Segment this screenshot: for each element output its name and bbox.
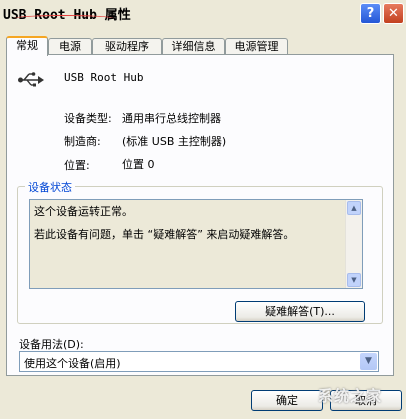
tab-driver[interactable]: 驱动程序 [92, 38, 162, 55]
device-usage-select[interactable]: 使用这个设备(启用) ▼ [19, 351, 379, 372]
chevron-down-icon[interactable]: ▼ [360, 353, 377, 370]
title-bar: USB Root Hub 属性 ? ✕ [0, 0, 406, 30]
close-button[interactable]: ✕ [383, 3, 404, 24]
device-type-label: 设备类型: [64, 112, 112, 125]
device-status-textbox[interactable]: 这个设备运转正常。 若此设备有问题，单击 “疑难解答” 来启动疑难解答。 ▲ ▼ [29, 199, 363, 289]
location-label: 位置: [64, 159, 90, 172]
tab-details[interactable]: 详细信息 [162, 38, 225, 55]
status-scrollbar[interactable]: ▲ ▼ [345, 200, 362, 288]
title-annotation-mark [14, 15, 114, 22]
watermark-logo: 系统之家 [318, 387, 383, 405]
device-name: USB Root Hub [64, 71, 144, 84]
status-line-2: 若此设备有问题，单击 “疑难解答” 来启动疑难解答。 [34, 228, 295, 241]
tab-power-management[interactable]: 电源管理 [225, 38, 288, 55]
manufacturer-label: 制造商: [64, 135, 101, 148]
device-type-value: 通用串行总线控制器 [122, 112, 221, 125]
device-usage-value: 使用这个设备(启用) [24, 357, 121, 370]
troubleshoot-button[interactable]: 疑难解答(T)... [235, 301, 365, 322]
tab-general[interactable]: 常规 [6, 36, 48, 56]
manufacturer-value: (标准 USB 主控制器) [122, 135, 227, 148]
device-status-title: 设备状态 [25, 179, 75, 195]
tab-power[interactable]: 电源 [48, 38, 92, 55]
location-value: 位置 0 [122, 158, 155, 171]
scroll-up-icon[interactable]: ▲ [347, 201, 361, 215]
status-line-1: 这个设备运转正常。 [34, 205, 133, 218]
help-button[interactable]: ? [360, 3, 381, 24]
usb-icon [18, 72, 44, 87]
device-usage-label: 设备用法(D): [19, 338, 84, 351]
ok-button[interactable]: 确定 [251, 390, 323, 411]
scroll-down-icon[interactable]: ▼ [347, 273, 361, 287]
